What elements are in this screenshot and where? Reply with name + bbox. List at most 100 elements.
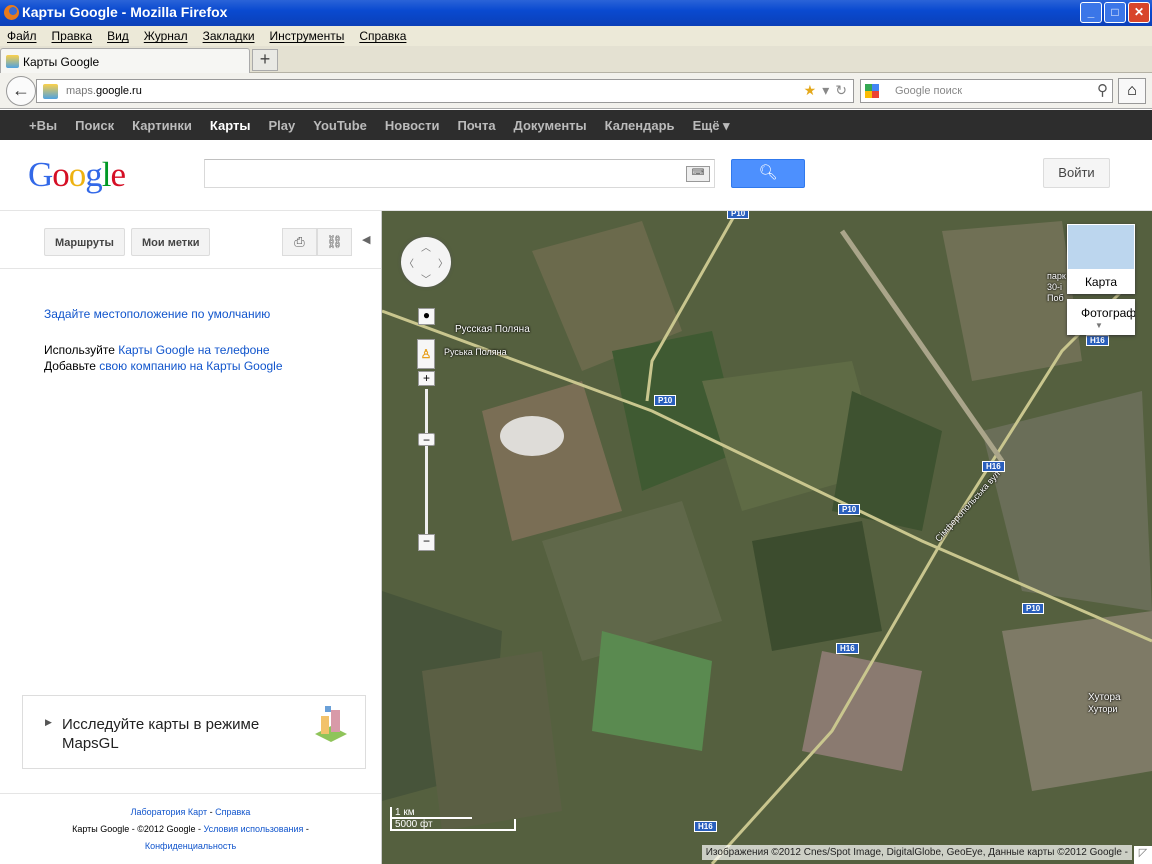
close-button[interactable]: ✕ [1128,2,1150,23]
dropdown-arrow-icon[interactable]: ▾ [822,82,829,99]
maps-header: Google ⌨ 🔍︎ Войти [0,140,1152,211]
tab-bar: Карты Google + [0,46,1152,74]
search-placeholder: Google поиск [895,85,963,97]
url-domain: google.ru [95,85,142,97]
label-town2b: Хутори [1088,704,1118,714]
reload-icon[interactable]: ↻ [835,82,847,99]
gbar-search[interactable]: Поиск [66,110,123,140]
road-badge-p10: P10 [654,395,677,406]
panel-footer: Лаборатория Карт - Справка Карты Google … [0,793,381,855]
gbar-calendar[interactable]: Календарь [596,110,684,140]
maps-favicon-icon [43,84,58,99]
search-button[interactable]: 🔍︎ [731,159,805,188]
copyright: Карты Google - ©2012 Google - [72,824,204,834]
map-attribution: Изображения ©2012 Cnes/Spot Image, Digit… [701,845,1132,860]
pan-control[interactable]: ︿ ﹀ 〈 〉 [401,237,451,287]
firefox-icon [4,5,19,20]
routes-button[interactable]: Маршруты [44,228,125,256]
overview-map-toggle-icon[interactable]: ◸ [1134,846,1152,864]
search-icon[interactable]: ⚲ [1097,81,1108,99]
road-badge-h16: H16 [1086,335,1109,346]
url-bar[interactable]: maps.google.ru ★ ▾ ↻ [36,79,854,103]
pan-left-icon[interactable]: 〈 [404,255,414,270]
label-town1: Русская Поляна [455,324,530,335]
gbar-play[interactable]: Play [259,110,304,140]
road-badge-h16: H16 [836,643,859,654]
google-engine-icon[interactable] [865,84,879,98]
terms-link[interactable]: Условия использования [203,824,303,834]
web-search-input[interactable]: Google поиск ⚲ [860,79,1113,103]
mapsgl-promo[interactable]: ▶ Исследуйте карты в режиме MapsGL [22,695,366,769]
menu-history[interactable]: Журнал [143,26,194,46]
scale-ft: 5000 фт [390,819,516,831]
map-type-satellite-button[interactable]: Фотограф ▼ [1067,299,1135,335]
tab-label: Карты Google [23,55,100,69]
menu-view[interactable]: Вид [106,26,135,46]
home-button[interactable]: ⌂ [1118,78,1146,104]
gbar-docs[interactable]: Документы [505,110,596,140]
collapse-panel-icon[interactable]: ◀ [362,233,370,246]
pan-right-icon[interactable]: 〉 [438,255,448,270]
add-business-link[interactable]: свою компанию на Карты Google [99,359,282,373]
menu-bar: Файл Правка Вид Журнал Закладки Инструме… [0,26,1152,46]
window-title: Карты Google - Mozilla Firefox [22,4,228,20]
login-button[interactable]: Войти [1043,158,1110,188]
menu-help[interactable]: Справка [358,26,412,46]
keyboard-icon[interactable]: ⌨ [686,166,710,182]
back-button[interactable]: ← [6,76,36,106]
google-logo[interactable]: Google [28,155,126,195]
add-prefix: Добавьте [44,359,100,373]
satellite-imagery [382,211,1152,864]
menu-tools[interactable]: Инструменты [269,26,351,46]
gbar-plus-you[interactable]: +Вы [20,110,66,140]
buildings-icon [315,706,347,742]
menu-bookmarks[interactable]: Закладки [202,26,261,46]
gbar-more[interactable]: Ещё ▾ [684,110,739,140]
label-park: парк 30-і Поб [1047,271,1066,303]
maps-labs-link[interactable]: Лаборатория Карт [131,807,208,817]
side-panel: Маршруты Мои метки ⎙ ⛓ ◀ Задайте местопо… [0,211,382,864]
gbar-youtube[interactable]: YouTube [304,110,376,140]
map-type-map-button[interactable]: Карта [1067,224,1135,294]
my-places-button[interactable]: Мои метки [131,228,211,256]
link-icon[interactable]: ⛓ [317,228,352,256]
print-icon[interactable]: ⎙ [282,228,317,256]
new-tab-button[interactable]: + [252,49,278,71]
gbar-images[interactable]: Картинки [123,110,201,140]
zoom-in-button[interactable]: + [418,371,435,386]
set-default-location-link[interactable]: Задайте местоположение по умолчанию [44,307,270,321]
label-town2: Хутора [1088,692,1121,703]
gbar-mail[interactable]: Почта [448,110,504,140]
pan-down-icon[interactable]: ﹀ [421,271,431,286]
gbar-maps[interactable]: Карты [201,110,260,140]
divider [0,268,381,269]
maps-mobile-link[interactable]: Карты Google на телефоне [118,343,269,357]
pegman-icon[interactable]: ♙ [417,339,435,369]
privacy-link[interactable]: Конфиденциальность [145,841,236,851]
reset-view-icon[interactable]: ● [418,308,435,325]
satellite-map[interactable]: Русская Поляна Руська Поляна Хутора Хуто… [382,211,1152,864]
map-type-map-label: Карта [1084,275,1118,289]
pan-up-icon[interactable]: ︿ [421,239,431,254]
tab-google-maps[interactable]: Карты Google [0,48,250,74]
bookmark-star-icon[interactable]: ★ [804,82,817,99]
zoom-out-button[interactable]: − [418,534,435,551]
google-bar: +Вы Поиск Картинки Карты Play YouTube Но… [0,110,1152,140]
maps-search-input[interactable]: ⌨ [204,159,715,188]
mapsgl-text: Исследуйте карты в режиме MapsGL [62,716,260,752]
help-link[interactable]: Справка [215,807,250,817]
road-badge-h16: H16 [982,461,1005,472]
road-badge-p10: P10 [727,211,750,219]
maps-favicon-icon [6,55,19,68]
zoom-slider-track[interactable] [425,389,428,541]
zoom-slider-handle[interactable]: − [418,433,435,447]
menu-edit[interactable]: Правка [51,26,99,46]
gbar-news[interactable]: Новости [376,110,449,140]
menu-file[interactable]: Файл [6,26,43,46]
maximize-button[interactable]: □ [1104,2,1126,23]
minimize-button[interactable]: _ [1080,2,1102,23]
scale-km: 1 км [390,807,472,819]
search-icon: 🔍︎ [758,164,778,181]
road-badge-h16: H16 [694,821,717,832]
scale-bar: 1 км 5000 фт [390,807,516,831]
